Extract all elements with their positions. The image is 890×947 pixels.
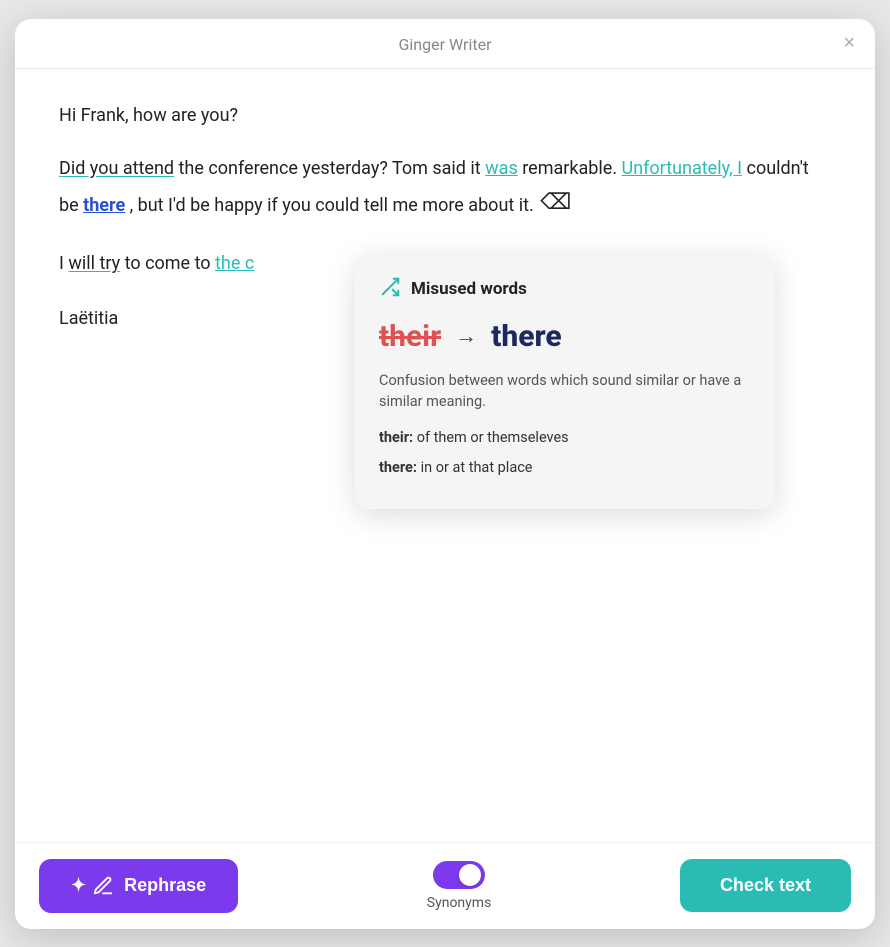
wrong-word: their: [379, 319, 441, 354]
toggle-thumb: [459, 864, 481, 886]
rephrase-button[interactable]: ✦ Rephrase: [39, 859, 238, 913]
cursor-icon: ⌫: [540, 184, 571, 221]
plain-text-4: , but I'd be happy if you could tell me …: [130, 195, 534, 216]
tooltip-def-1: their: of them or themseleves: [379, 427, 751, 449]
rephrase-icon: ✦: [71, 875, 86, 896]
def1-text: of them or themseleves: [417, 429, 569, 446]
plain-text-1: the conference yesterday? Tom said it: [179, 158, 486, 179]
app-title: Ginger Writer: [399, 35, 492, 54]
paragraph-1: Did you attend the conference yesterday?…: [59, 154, 831, 222]
check-text-button[interactable]: Check text: [680, 859, 851, 912]
tooltip-popup: Misused words their → there Confusion be…: [355, 254, 775, 509]
content-area: Hi Frank, how are you? Did you attend th…: [15, 69, 875, 842]
rephrase-label: Rephrase: [124, 875, 206, 896]
def2-text: in or at that place: [421, 459, 533, 476]
tooltip-description: Confusion between words which sound simi…: [379, 370, 751, 414]
shuffle-icon: [379, 276, 401, 303]
synonyms-toggle[interactable]: [433, 861, 485, 889]
close-button[interactable]: ×: [843, 33, 855, 53]
there-error-word[interactable]: there: [83, 195, 125, 216]
synonyms-label: Synonyms: [427, 895, 492, 911]
word-correction: their → there: [379, 319, 751, 354]
correct-word: there: [491, 319, 562, 354]
def1-word: their:: [379, 429, 413, 446]
def2-word: there:: [379, 459, 417, 476]
plain-text-2: remarkable.: [522, 158, 621, 179]
pen-icon: [92, 875, 114, 897]
main-window: Ginger Writer × Hi Frank, how are you? D…: [15, 19, 875, 929]
plain-text-5: I: [59, 253, 68, 274]
arrow-icon: →: [455, 323, 477, 349]
did-you-attend-text: Did you attend: [59, 158, 174, 179]
tooltip-def-2: there: in or at that place: [379, 457, 751, 479]
tooltip-header: Misused words: [379, 276, 751, 303]
bottom-bar: ✦ Rephrase Synonyms Check text: [15, 842, 875, 929]
plain-text-6: to come to: [125, 253, 215, 274]
the-c-link[interactable]: the c: [215, 253, 254, 274]
will-try-text: will try: [68, 253, 120, 274]
title-bar: Ginger Writer ×: [15, 19, 875, 69]
greeting-text: Hi Frank, how are you?: [59, 105, 831, 126]
tooltip-title: Misused words: [411, 279, 527, 299]
unfortunately-link[interactable]: Unfortunately, I: [622, 158, 743, 179]
synonyms-section: Synonyms: [427, 861, 492, 911]
was-link[interactable]: was: [485, 158, 518, 179]
toggle-container[interactable]: [433, 861, 485, 889]
